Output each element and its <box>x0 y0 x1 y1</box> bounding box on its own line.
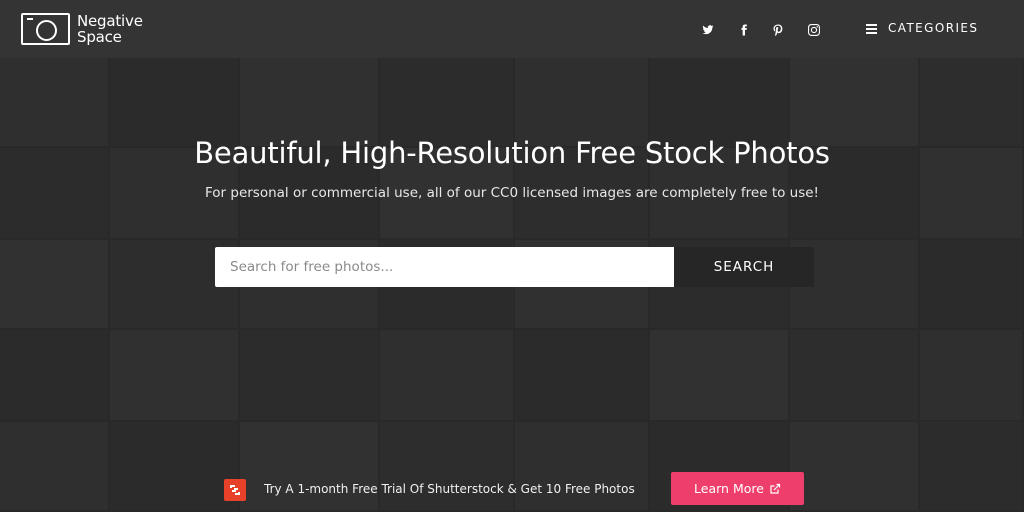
shutterstock-promo-bar: Try A 1-month Free Trial Of Shutterstock… <box>0 460 1024 512</box>
camera-logo-icon <box>21 13 70 45</box>
search-form: SEARCH <box>215 247 814 287</box>
brand-name-line1: Negative <box>77 12 143 30</box>
learn-more-label: Learn More <box>694 481 764 496</box>
site-logo[interactable]: Negative Space <box>21 13 143 45</box>
search-button[interactable]: SEARCH <box>674 247 814 287</box>
learn-more-button[interactable]: Learn More <box>671 472 804 505</box>
external-link-icon <box>770 483 781 494</box>
promo-text: Try A 1-month Free Trial Of Shutterstock… <box>264 482 635 496</box>
hamburger-icon <box>866 23 877 34</box>
search-input[interactable] <box>215 247 674 287</box>
facebook-icon[interactable] <box>737 23 751 37</box>
brand-name: Negative Space <box>77 13 143 45</box>
hero-section: Beautiful, High-Resolution Free Stock Ph… <box>0 58 1024 512</box>
hero-subtitle: For personal or commercial use, all of o… <box>205 185 819 201</box>
categories-menu-button[interactable]: CATEGORIES <box>866 21 978 35</box>
shutterstock-logo-icon <box>224 479 246 501</box>
brand-name-line2: Space <box>77 28 122 46</box>
hero-title: Beautiful, High-Resolution Free Stock Ph… <box>194 136 830 170</box>
navbar: Negative Space CATEGORIES <box>0 0 1024 58</box>
categories-label: CATEGORIES <box>888 21 979 35</box>
instagram-icon[interactable] <box>807 23 821 37</box>
twitter-icon[interactable] <box>701 23 715 37</box>
pinterest-icon[interactable] <box>771 23 785 37</box>
